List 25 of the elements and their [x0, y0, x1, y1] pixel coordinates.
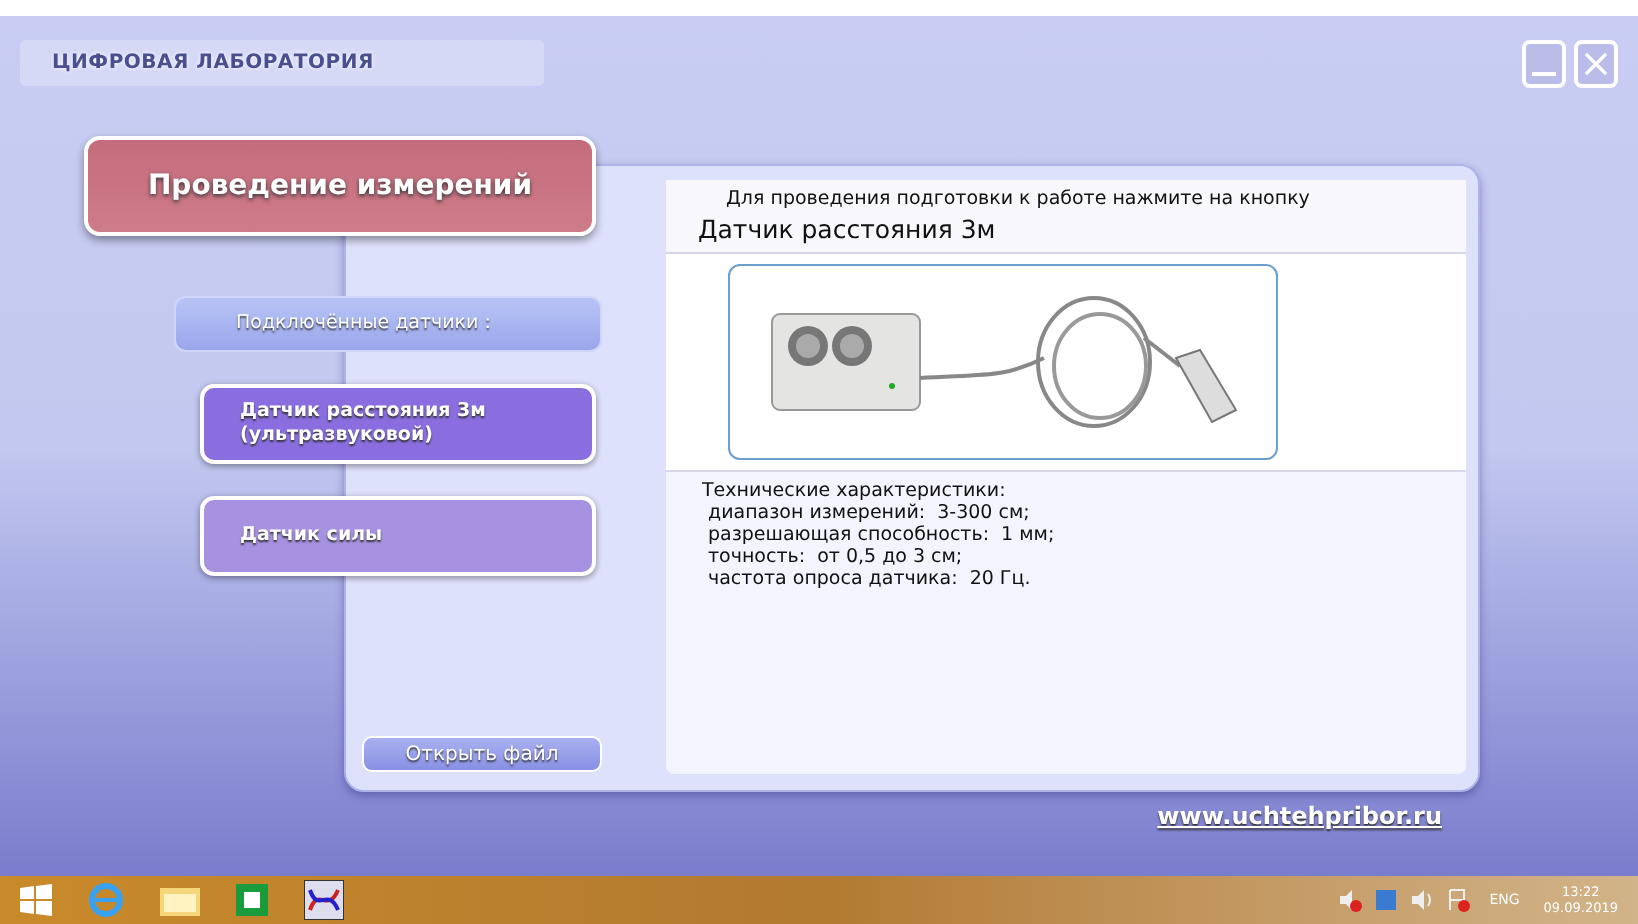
- minimize-icon: [1532, 72, 1556, 76]
- folder-icon[interactable]: [160, 884, 200, 916]
- spec-line: разрешающая способность: 1 мм;: [706, 523, 1057, 546]
- specs-title: Технические характеристики:: [702, 479, 1008, 502]
- spec-line: диапазон измерений: 3-300 см;: [706, 501, 1032, 524]
- spec-line: частота опроса датчика: 20 Гц.: [706, 567, 1033, 590]
- sidebar-header: Подключённые датчики :: [174, 296, 602, 352]
- open-file-button[interactable]: Открыть файл: [362, 736, 602, 772]
- sensor-title: Датчик расстояния 3м: [698, 214, 998, 246]
- close-icon: [1582, 50, 1610, 78]
- volume-icon[interactable]: [1409, 888, 1434, 912]
- store-icon[interactable]: [236, 884, 268, 916]
- app-icon[interactable]: [304, 880, 344, 920]
- app-title: ЦИФРОВАЯ ЛАБОРАТОРИЯ: [20, 40, 544, 86]
- hint-text: Для проведения подготовки к работе нажмите на кнопку: [724, 186, 1312, 214]
- sensor-button[interactable]: Датчик расстояния 3м (ультразвуковой): [200, 384, 596, 464]
- windows-logo-icon[interactable]: [20, 884, 52, 916]
- sensor-button[interactable]: Датчик силы: [200, 496, 596, 576]
- website-link[interactable]: www.uchtehpribor.ru: [1157, 798, 1442, 834]
- speaker-muted-icon[interactable]: [1337, 888, 1362, 912]
- spec-line: точность: от 0,5 до 3 см;: [706, 545, 965, 568]
- flag-icon[interactable]: [1445, 888, 1470, 912]
- measurement-button[interactable]: Проведение измерений: [84, 136, 596, 236]
- minimize-button[interactable]: [1522, 40, 1566, 88]
- close-button[interactable]: [1574, 40, 1618, 88]
